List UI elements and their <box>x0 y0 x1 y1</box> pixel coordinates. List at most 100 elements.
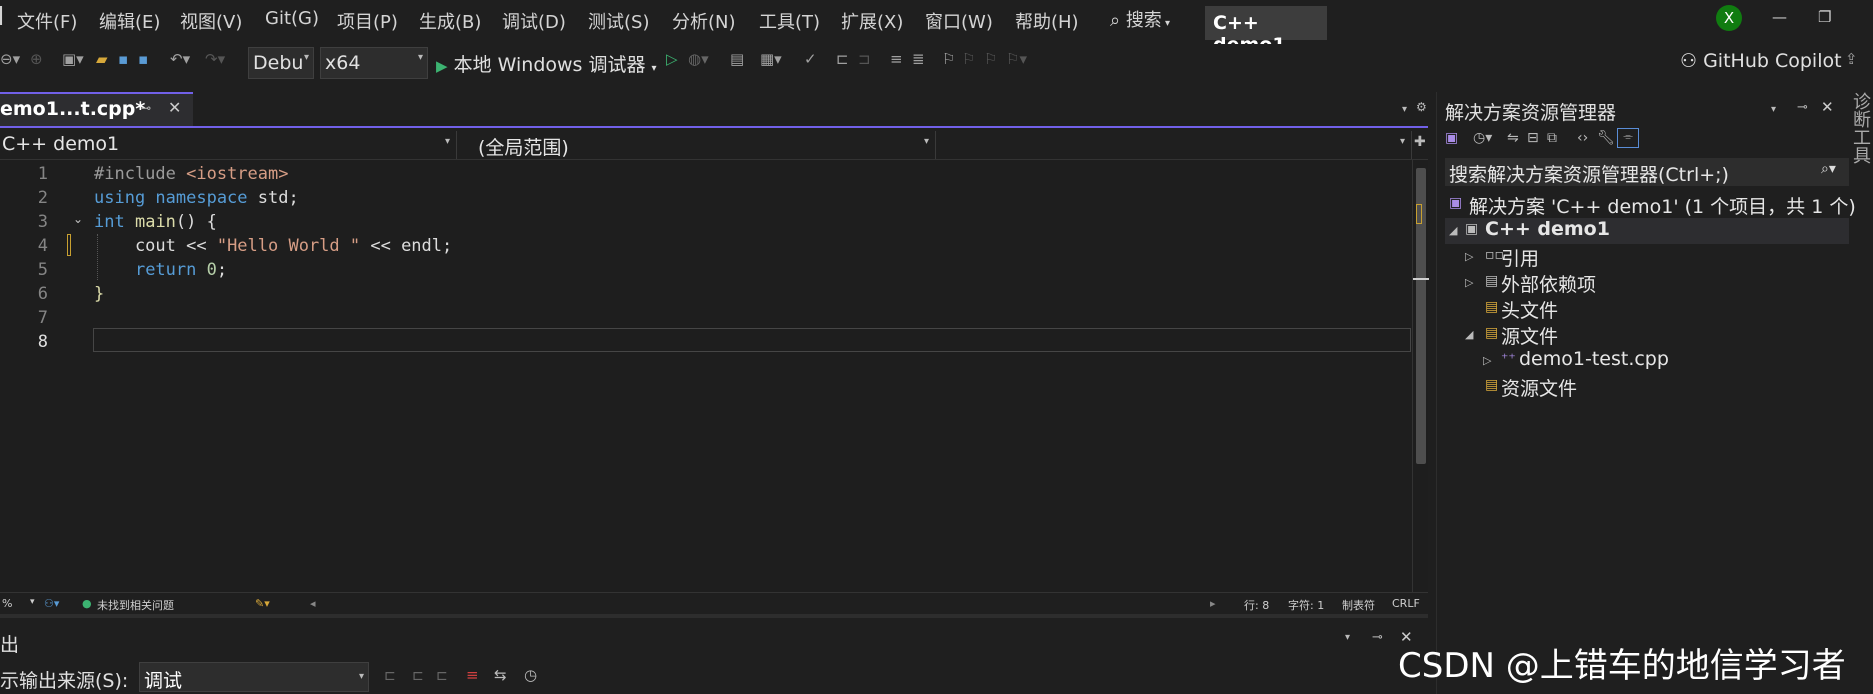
solution-config-icon[interactable]: ▤ <box>730 50 744 68</box>
hot-reload-icon[interactable]: ◍▾ <box>688 50 709 68</box>
column-indicator[interactable]: 字符: 1 <box>1288 597 1324 613</box>
tab-demo1-test-cpp[interactable]: emo1...t.cpp* ⊸ ✕ <box>0 92 193 126</box>
tree-item-header-files[interactable]: ▤ 头文件 <box>1445 296 1849 322</box>
menu-analyze[interactable]: 分析(N) <box>672 8 736 34</box>
collapsed-icon[interactable]: ▷ <box>1465 276 1473 289</box>
pin-icon[interactable]: ⊸ <box>1372 630 1383 645</box>
vs-logo-icon[interactable]: ▌ <box>0 6 8 25</box>
collapsed-icon[interactable]: ▷ <box>1465 250 1473 263</box>
tree-item-source-files[interactable]: ◢ ▤ 源文件 <box>1445 322 1849 348</box>
tree-item-resource-files[interactable]: ▤ 资源文件 <box>1445 374 1849 400</box>
output-source-dropdown[interactable]: 调试 ▾ <box>139 662 369 692</box>
tree-item-references[interactable]: ▷ ▫▫ 引用 <box>1445 244 1849 270</box>
word-wrap-icon[interactable]: ⇆ <box>494 666 507 684</box>
back-icon[interactable]: ⊖▾ <box>0 50 20 68</box>
diagnostic-tools-tab[interactable]: 诊断工具 <box>1850 92 1873 212</box>
save-icon[interactable]: ▪ <box>118 50 128 68</box>
forward-icon[interactable]: ⊕ <box>30 50 43 68</box>
close-icon[interactable]: ✕ <box>168 98 181 117</box>
clear-all-icon[interactable]: ≡ <box>466 666 479 684</box>
next-bookmark-icon[interactable]: ⚐ <box>984 50 997 68</box>
collapsed-icon[interactable]: ▷ <box>1483 354 1491 367</box>
outdent-icon[interactable]: ≣ <box>912 50 925 68</box>
menu-test[interactable]: 测试(S) <box>588 8 649 34</box>
redo-icon[interactable]: ↷▾ <box>205 50 225 68</box>
platform-dropdown[interactable]: x64 ▾ <box>320 47 428 79</box>
member-dropdown[interactable]: ▾ <box>938 131 1412 159</box>
tree-item-solution[interactable]: ▣ 解决方案 'C++ demo1' (1 个项目，共 1 个) <box>1445 192 1856 218</box>
vertical-scrollbar[interactable] <box>1412 160 1429 592</box>
menu-window[interactable]: 窗口(W) <box>925 8 993 34</box>
collapse-all-icon[interactable]: ⊟ <box>1527 130 1539 146</box>
panel-menu-icon[interactable]: ▾ <box>1771 104 1776 115</box>
zoom-dropdown-icon[interactable]: ▾ <box>30 597 35 607</box>
start-without-debug-icon[interactable]: ▷ <box>666 50 678 68</box>
spell-check-icon[interactable]: ✓ <box>804 50 817 68</box>
solution-views-icon[interactable]: ▣ <box>1445 130 1458 146</box>
restore-icon[interactable]: ❐ <box>1818 8 1831 26</box>
menu-extensions[interactable]: 扩展(X) <box>841 8 903 34</box>
indent-mode[interactable]: 制表符 <box>1342 597 1375 613</box>
zoom-level[interactable]: % <box>2 597 12 610</box>
fold-chevron-icon[interactable]: ⌄ <box>73 212 83 226</box>
timestamp-icon[interactable]: ◷ <box>524 666 537 684</box>
indent-icon[interactable]: ≡ <box>890 50 903 68</box>
menu-debug[interactable]: 调试(D) <box>502 8 566 34</box>
bookmark-icon[interactable]: ⚐ <box>942 50 955 68</box>
new-project-icon[interactable]: ▣▾ <box>62 50 84 68</box>
show-all-files-icon[interactable]: ⧉ <box>1547 130 1557 146</box>
issues-label[interactable]: 未找到相关问题 <box>97 597 174 613</box>
preview-selected-icon[interactable]: ⌯ <box>1617 128 1639 148</box>
cleanup-icon[interactable]: ✎▾ <box>255 597 270 610</box>
uncomment-icon[interactable]: ⊐ <box>858 50 871 68</box>
pin-icon[interactable]: ⊸ <box>1797 100 1808 115</box>
expanded-icon[interactable]: ◢ <box>1465 328 1473 341</box>
code-view-icon[interactable]: ‹› <box>1577 130 1588 146</box>
expanded-icon[interactable]: ◢ <box>1449 224 1457 237</box>
tree-item-external-deps[interactable]: ▷ ▤ 外部依赖项 <box>1445 270 1849 296</box>
feedback-icon[interactable]: ⇪ <box>1845 50 1858 68</box>
code-editor[interactable]: 1 2 3 4 5 6 7 8 ⌄ #include <iostream> us… <box>0 160 1412 592</box>
save-all-icon[interactable]: ▪ <box>138 50 148 68</box>
copilot-status-icon[interactable]: ⚇▾ <box>44 597 59 610</box>
sync-icon[interactable]: ⇋ <box>1507 130 1519 146</box>
find-next-icon[interactable]: ⊏ <box>412 668 424 684</box>
global-scope-dropdown[interactable]: (全局范围) ▾ <box>460 131 936 159</box>
find-prev-icon[interactable]: ⊏ <box>384 668 396 684</box>
comment-icon[interactable]: ⊏ <box>836 50 849 68</box>
menu-edit[interactable]: 编辑(E) <box>99 8 160 34</box>
wrench-icon[interactable]: 🔧︎ <box>1597 130 1615 146</box>
menu-build[interactable]: 生成(B) <box>419 8 481 34</box>
clear-bookmark-icon[interactable]: ⚐▾ <box>1006 50 1027 68</box>
menu-project[interactable]: 项目(P) <box>337 8 398 34</box>
menu-help[interactable]: 帮助(H) <box>1015 8 1079 34</box>
open-folder-icon[interactable]: ▰ <box>96 50 108 68</box>
tree-item-project[interactable]: ◢ ▣ C++ demo1 <box>1445 218 1849 244</box>
panel-menu-icon[interactable]: ▾ <box>1345 632 1350 643</box>
goto-icon[interactable]: ⊏ <box>436 668 448 684</box>
github-copilot-button[interactable]: ⚇ GitHub Copilot <box>1680 50 1842 72</box>
line-indicator[interactable]: 行: 8 <box>1244 597 1269 613</box>
close-icon[interactable]: ✕ <box>1821 98 1834 116</box>
pending-changes-icon[interactable]: ◷▾ <box>1473 130 1492 146</box>
menu-file[interactable]: 文件(F) <box>17 8 77 34</box>
menu-view[interactable]: 视图(V) <box>180 8 242 34</box>
split-icon[interactable]: ✚ <box>1414 134 1426 150</box>
config-dropdown[interactable]: Debu ▾ <box>248 47 314 79</box>
pin-icon[interactable]: ⊸ <box>141 101 151 115</box>
menu-tools[interactable]: 工具(T) <box>759 8 820 34</box>
solution-search-input[interactable]: 搜索解决方案资源管理器(Ctrl+;) ⌕▾ <box>1445 158 1849 186</box>
search-box[interactable]: ⌕ 搜索 ▾ <box>1110 6 1170 32</box>
project-scope-dropdown[interactable]: C++ demo1 ▾ <box>0 131 457 159</box>
gear-icon[interactable]: ⚙ <box>1416 100 1427 114</box>
scroll-left-icon[interactable]: ◂ <box>310 597 316 610</box>
scroll-right-icon[interactable]: ▸ <box>1210 597 1216 610</box>
window-layout-icon[interactable]: ▦▾ <box>760 50 782 68</box>
minimize-icon[interactable]: — <box>1772 8 1787 26</box>
tab-list-icon[interactable]: ▾ <box>1402 104 1407 115</box>
start-debugging-button[interactable]: ▶ 本地 Windows 调试器 ▾ <box>436 50 657 77</box>
undo-icon[interactable]: ↶▾ <box>170 50 190 68</box>
prev-bookmark-icon[interactable]: ⚐ <box>962 50 975 68</box>
avatar[interactable]: X <box>1716 5 1742 31</box>
line-ending[interactable]: CRLF <box>1392 597 1420 610</box>
